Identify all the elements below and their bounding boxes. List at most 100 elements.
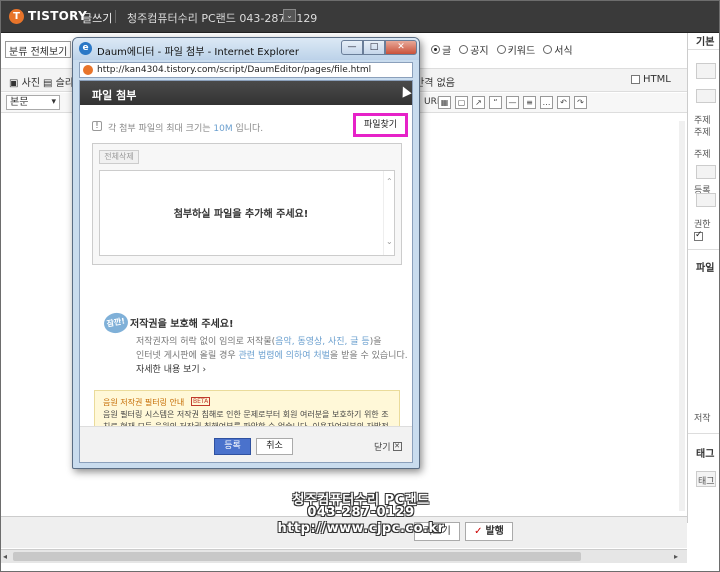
sidebar-box[interactable] [696,63,716,79]
undo-icon[interactable]: ↶ [557,96,570,109]
desc-text: 인터넷 게시판에 올릴 경우 [136,351,239,361]
divider-icon[interactable]: — [506,96,519,109]
chevron-down-icon[interactable]: ⌄ [283,9,296,22]
radio-keyword[interactable]: 키워드 [496,42,536,57]
close-label: 닫기 [374,443,391,453]
radio-dot-icon [543,45,553,54]
radio-template[interactable]: 서식 [543,42,573,57]
cancel-button[interactable]: 취소 [256,438,293,455]
radio-dot-icon [431,45,440,54]
radio-label: 글 [442,46,452,57]
sidebar-section-file: 파일 [696,263,715,274]
photo-label: 사진 [21,78,41,89]
horizontal-scrollbar[interactable]: ◂ ▸ [1,549,687,563]
sidebar-label: 주제 [694,150,711,160]
address-url: http://kan4304.tistory.com/script/DaumEd… [97,65,372,75]
radio-label: 서식 [554,46,573,57]
file-attach-popup-window: e Daum에디터 - 파일 첨부 - Internet Explorer — … [72,37,420,469]
sidebar-box[interactable] [696,165,716,179]
sidebar-label: 주제 [694,128,711,138]
close-icon[interactable]: ✕ [385,40,417,55]
scroll-up-icon[interactable]: ⌃ [386,177,393,186]
format-icon-row: ▦ ▢ ↗ “ — ≡ … ↶ ↷ [438,96,587,109]
radio-dot-icon [459,45,469,54]
tistory-logo-text[interactable]: TISTORY [28,9,87,23]
write-menu[interactable]: 글쓰기 [82,10,112,26]
close-button[interactable]: 닫기 ✕ [374,440,402,453]
desc-text: 을 받을 수 있습니다. [329,351,408,361]
find-file-button[interactable]: 파일찾기 [353,113,408,137]
scrollbar-thumb[interactable] [13,552,581,561]
editor-vertical-scrollbar[interactable] [679,121,685,511]
radio-post[interactable]: 글 [431,42,451,57]
register-button[interactable]: 등록 [214,438,251,455]
sidebar-label: 권한 [694,220,711,230]
radio-notice[interactable]: 공지 [459,42,489,57]
scroll-left-icon[interactable]: ◂ [3,552,7,561]
upload-file-box: 전체삭제 첨부하실 파일을 추가해 주세요! ⌃ ⌄ [92,143,402,265]
table-icon[interactable]: ▦ [438,96,451,109]
sidebar-checkbox[interactable] [694,230,703,244]
header-divider [115,10,116,23]
notice-title: 음원 저작권 필터링 안내 [103,398,185,407]
screenshot-frame: T TISTORY 글쓰기 청주컴퓨터수리 PC랜드 043-287-0129 … [0,0,720,572]
radio-label: 공지 [470,46,489,57]
sidebar-section-tag: 태그 [696,449,715,460]
site-favicon-icon [83,65,93,75]
sidebar-label: 저작 [694,414,711,424]
address-bar[interactable]: http://kan4304.tistory.com/script/DaumEd… [79,62,413,78]
html-mode-toggle[interactable]: HTML [631,74,671,85]
sidebar-box[interactable] [696,89,716,103]
info-suffix: 입니다. [232,124,264,134]
watermark-line: 043-287-0129 [307,505,415,520]
link-icon[interactable]: ↗ [472,96,485,109]
category-select[interactable]: 분류 전체보기 [5,41,71,58]
quote-icon[interactable]: “ [489,96,502,109]
copyright-title: 저작권을 보호해 주세요! [130,319,234,330]
sidebar-title: 기본 [696,37,715,48]
settings-sidebar: 기본 주제 주제 주제 등록 권한 파일 저작 태그 태그 [687,33,719,523]
sidebar-divider [688,249,719,250]
desc-text: )을 [369,337,382,347]
more-icon[interactable]: … [540,96,553,109]
copyright-desc: 저작권자의 허락 없이 임의로 저작물(음악, 동영상, 사진, 글 등)을 [136,334,382,347]
checkbox-icon [631,75,640,84]
special-char-icon[interactable]: ▢ [455,96,468,109]
redo-icon[interactable]: ↷ [574,96,587,109]
insert-slide-button[interactable]: ▤ 슬라 [43,74,74,89]
paragraph-format-select[interactable]: 본문 [6,95,60,110]
tag-placeholder: 태그 [698,477,715,487]
info-size: 10M [213,124,233,134]
line-icon[interactable]: ≡ [523,96,536,109]
list-scrollbar[interactable]: ⌃ ⌄ [383,171,395,255]
delete-all-button[interactable]: 전체삭제 [99,150,139,164]
tistory-logo-icon[interactable]: T [9,9,24,24]
popup-footer: 등록 취소 닫기 ✕ [80,426,412,462]
scroll-down-icon[interactable]: ⌄ [386,237,393,246]
desc-text: 저작권자의 허락 없이 임의로 저작물( [136,337,276,347]
sidebar-divider [688,433,719,434]
upload-file-list[interactable]: 첨부하실 파일을 추가해 주세요! ⌃ ⌄ [99,170,395,256]
maximize-icon[interactable]: □ [363,40,385,55]
watermark-line: http://www.cjpc.co.kr [277,521,445,536]
mouse-cursor-icon [398,84,412,98]
popup-header: 파일 첨부 [80,81,412,105]
radio-dot-icon [496,45,506,54]
scroll-right-icon[interactable]: ▸ [674,552,678,561]
popup-titlebar[interactable]: e Daum에디터 - 파일 첨부 - Internet Explorer — … [73,38,419,60]
internet-explorer-icon: e [79,42,92,55]
minimize-icon[interactable]: — [341,40,363,55]
radio-label: 키워드 [507,46,536,57]
popup-content: 파일 첨부 ! 각 첨부 파일의 최대 크기는 10M 입니다. 파일찾기 전체… [79,80,413,463]
insert-photo-button[interactable]: ▣ 사진 [9,74,40,89]
publish-label: 발행 [485,526,504,537]
info-prefix: 각 첨부 파일의 최대 크기는 [108,124,214,134]
popup-window-title: Daum에디터 - 파일 첨부 - Internet Explorer [97,47,299,58]
close-icon: ✕ [392,442,402,451]
tistory-header: T TISTORY 글쓰기 청주컴퓨터수리 PC랜드 043-287-0129 … [1,1,719,33]
copyright-more-link[interactable]: 자세한 내용 보기 › [136,362,206,375]
sidebar-box[interactable] [696,193,716,207]
checkbox-icon [694,230,703,241]
desc-highlight: 관련 법령에 의하여 처벌 [238,351,330,361]
line-gap-select[interactable]: 간격 없음 [415,74,455,89]
